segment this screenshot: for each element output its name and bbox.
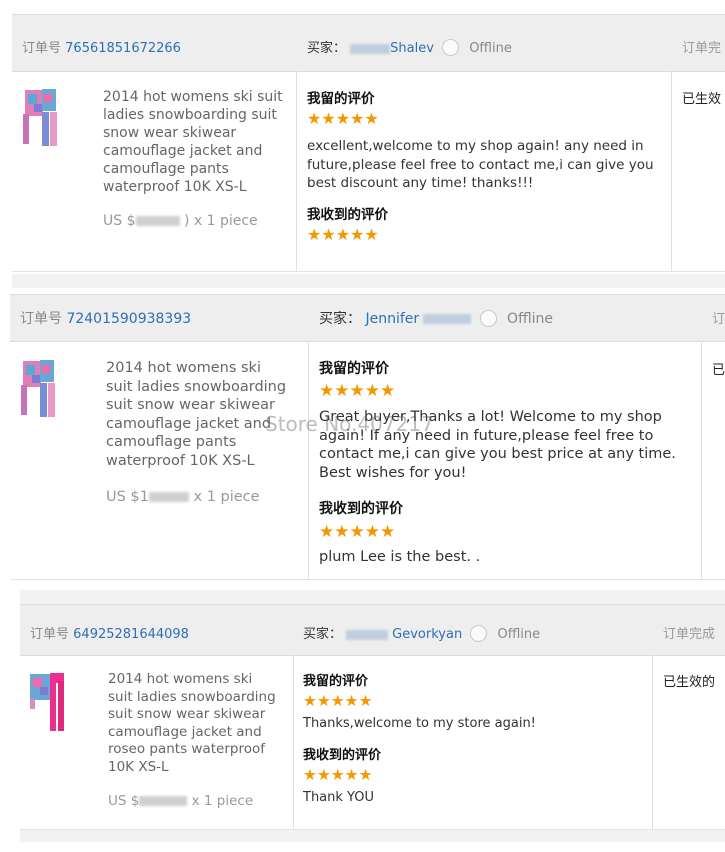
price-prefix: US $ xyxy=(108,793,140,809)
column-divider xyxy=(293,655,294,829)
buyer-label: 买家： xyxy=(307,41,347,56)
section-separator xyxy=(20,830,725,842)
my-review-label: 我留的评价 xyxy=(303,674,369,689)
product-title[interactable]: 2014 hot womens ski suit ladies snowboar… xyxy=(103,88,285,196)
product-thumbnail[interactable] xyxy=(22,86,62,154)
order-header: 订单号 64925281644098 买家： Gevorkyan Offline… xyxy=(20,604,725,656)
review-status: 已 xyxy=(712,363,725,378)
price-line: US $ ) x 1 piece xyxy=(103,213,258,229)
order-header: 订单号 76561851672266 买家： Shalev Offline 订单… xyxy=(12,14,725,72)
order-number-group: 订单号 64925281644098 xyxy=(30,623,189,642)
redacted-price xyxy=(148,492,189,502)
quantity: x 1 piece xyxy=(193,489,260,505)
review-status: 已生效 xyxy=(682,92,722,107)
received-review-stars: ★★★★★ xyxy=(307,224,379,244)
review-column: 我留的评价 ★★★★★ Thanks,welcome to my store a… xyxy=(303,670,643,805)
buyer-online-status: Offline xyxy=(507,311,553,327)
buyer-avatar-icon[interactable] xyxy=(442,39,460,56)
order-number-link[interactable]: 64925281644098 xyxy=(73,627,189,642)
buyer-online-status: Offline xyxy=(497,627,541,642)
product-title[interactable]: 2014 hot womens ski suit ladies snowboar… xyxy=(108,671,278,776)
column-divider xyxy=(671,71,672,271)
redacted-name xyxy=(423,314,472,324)
order-body: 2014 hot womens ski suit ladies snowboar… xyxy=(10,341,725,580)
buyer-info: 买家： Jennifer Offline xyxy=(319,308,553,328)
my-review-text: excellent,welcome to my shop again! any … xyxy=(307,138,654,191)
redacted-name xyxy=(346,629,389,640)
order-number-link[interactable]: 76561851672266 xyxy=(65,41,181,56)
my-review-text: Great buyer,Thanks a lot! Welcome to my … xyxy=(319,409,676,481)
redacted-name xyxy=(350,43,391,54)
buyer-info: 买家： Shalev Offline xyxy=(307,37,512,57)
order-number-group: 订单号 76561851672266 xyxy=(22,37,181,56)
column-divider xyxy=(652,655,653,829)
order-number-label: 订单号 xyxy=(22,41,62,56)
buyer-info: 买家： Gevorkyan Offline xyxy=(303,623,540,643)
column-divider xyxy=(308,341,309,579)
received-review-label: 我收到的评价 xyxy=(307,206,388,223)
order-card-1: 订单号 76561851672266 买家： Shalev Offline 订单… xyxy=(12,14,725,272)
buyer-label: 买家： xyxy=(319,311,361,327)
order-number-label: 订单号 xyxy=(20,311,62,327)
section-separator xyxy=(20,590,725,604)
redacted-price xyxy=(135,216,180,226)
my-review-stars: ★★★★★ xyxy=(319,381,396,401)
price-prefix: US $1 xyxy=(106,489,149,505)
buyer-name-link[interactable]: Shalev xyxy=(390,41,434,56)
my-review-label: 我留的评价 xyxy=(307,91,375,107)
received-review-stars: ★★★★★ xyxy=(319,522,396,542)
review-column: 我留的评价 ★★★★★ excellent,welcome to my shop… xyxy=(307,87,657,244)
column-divider xyxy=(701,341,702,579)
order-card-2: 订单号 72401590938393 买家： Jennifer Offline … xyxy=(10,294,725,592)
my-review-label: 我留的评价 xyxy=(319,361,389,377)
buyer-name-link[interactable]: Gevorkyan xyxy=(392,627,462,642)
order-number-label: 订单号 xyxy=(30,627,70,642)
received-review-text: plum Lee is the best. . xyxy=(319,549,481,565)
product-thumbnail[interactable] xyxy=(28,669,68,735)
column-divider xyxy=(296,71,297,271)
product-title[interactable]: 2014 hot womens ski suit ladies snowboar… xyxy=(106,359,291,470)
buyer-name-link[interactable]: Jennifer xyxy=(365,311,419,327)
buyer-avatar-icon[interactable] xyxy=(479,309,497,327)
order-card-3: 订单号 64925281644098 买家： Gevorkyan Offline… xyxy=(20,604,725,842)
buyer-online-status: Offline xyxy=(469,41,512,56)
redacted-price xyxy=(139,796,188,806)
order-status-header: 订单完 xyxy=(682,41,722,56)
order-body: 2014 hot womens ski suit ladies snowboar… xyxy=(20,655,725,830)
received-review-label: 我收到的评价 xyxy=(303,748,382,763)
review-column: 我留的评价 ★★★★★ Great buyer,Thanks a lot! We… xyxy=(319,358,679,565)
received-review-text: Thank YOU xyxy=(303,790,375,805)
buyer-avatar-icon[interactable] xyxy=(470,625,488,642)
my-review-stars: ★★★★★ xyxy=(303,692,373,710)
price-line: US $ x 1 piece xyxy=(108,793,253,809)
quantity: x 1 piece xyxy=(191,793,254,809)
order-status-header: 订 xyxy=(712,312,725,327)
product-thumbnail[interactable] xyxy=(20,357,62,427)
section-separator xyxy=(12,274,725,288)
my-review-stars: ★★★★★ xyxy=(307,109,379,128)
order-number-group: 订单号 72401590938393 xyxy=(20,308,191,328)
received-review-label: 我收到的评价 xyxy=(319,501,403,517)
review-status: 已生效的 xyxy=(663,675,716,690)
order-number-link[interactable]: 72401590938393 xyxy=(66,311,191,327)
my-review-text: Thanks,welcome to my store again! xyxy=(303,716,536,731)
price-prefix: US $ xyxy=(103,213,136,229)
order-header: 订单号 72401590938393 买家： Jennifer Offline … xyxy=(10,294,725,342)
order-body: 2014 hot womens ski suit ladies snowboar… xyxy=(12,71,725,272)
quantity: ) x 1 piece xyxy=(183,213,258,229)
received-review-stars: ★★★★★ xyxy=(303,766,373,784)
price-line: US $1 x 1 piece xyxy=(106,489,260,505)
order-status-header: 订单完成 xyxy=(663,627,716,642)
buyer-label: 买家： xyxy=(303,627,343,642)
